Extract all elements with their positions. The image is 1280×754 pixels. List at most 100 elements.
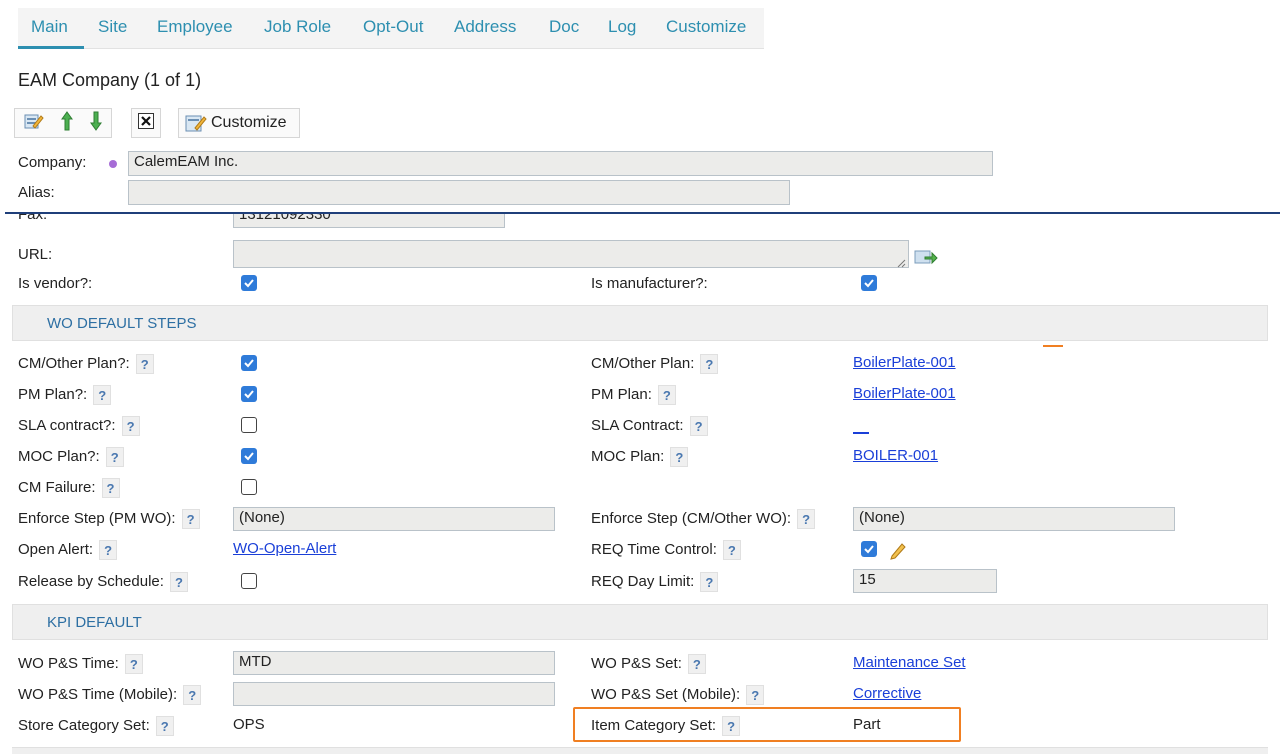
- help-icon[interactable]: ?: [155, 716, 174, 736]
- ps-set-label: WO P&S Set:?: [591, 654, 706, 674]
- arrow-up-icon[interactable]: [61, 111, 73, 135]
- manufacturer-checkbox[interactable]: [861, 275, 877, 291]
- tab-job-role[interactable]: Job Role: [264, 17, 331, 37]
- ps-set-mobile-link[interactable]: Corrective: [853, 685, 921, 702]
- enforce-cm-label: Enforce Step (CM/Other WO):?: [591, 509, 816, 529]
- cm-plan-q-label: CM/Other Plan?:?: [18, 354, 154, 374]
- tab-customize[interactable]: Customize: [666, 17, 746, 37]
- ps-time-mobile-label: WO P&S Time (Mobile):?: [18, 685, 202, 705]
- help-icon[interactable]: ?: [722, 716, 741, 736]
- enforce-cm-field[interactable]: (None): [853, 507, 1175, 531]
- ps-time-label: WO P&S Time:?: [18, 654, 143, 674]
- req-time-checkbox[interactable]: [861, 541, 877, 557]
- open-alert-link[interactable]: WO-Open-Alert: [233, 540, 336, 557]
- tab-doc[interactable]: Doc: [549, 17, 579, 37]
- url-field[interactable]: [233, 240, 909, 268]
- help-icon[interactable]: ?: [183, 685, 202, 705]
- pm-plan-q-checkbox[interactable]: [241, 386, 257, 402]
- customize-button[interactable]: Customize: [178, 108, 300, 138]
- sla-q-label: SLA contract?:?: [18, 416, 140, 436]
- help-icon[interactable]: ?: [657, 385, 676, 405]
- item-cat-label: Item Category Set:?: [591, 716, 741, 736]
- help-icon[interactable]: ?: [121, 416, 140, 436]
- ps-time-field[interactable]: MTD: [233, 651, 555, 675]
- moc-plan-link[interactable]: BOILER-001: [853, 447, 938, 464]
- required-dot-icon: [109, 160, 117, 168]
- help-icon[interactable]: ?: [169, 572, 188, 592]
- arrow-down-icon[interactable]: [90, 111, 103, 135]
- store-cat-label: Store Category Set:?: [18, 716, 174, 736]
- company-label: Company:: [18, 154, 87, 171]
- highlight-marker: [1043, 345, 1063, 347]
- moc-q-label: MOC Plan?:?: [18, 447, 124, 467]
- fax-label: Fax:: [18, 214, 48, 223]
- help-icon[interactable]: ?: [700, 572, 719, 592]
- help-icon[interactable]: ?: [689, 416, 708, 436]
- sla-label: SLA Contract:?: [591, 416, 708, 436]
- release-label: Release by Schedule:?: [18, 572, 188, 592]
- help-icon[interactable]: ?: [124, 654, 143, 674]
- open-alert-label: Open Alert:?: [18, 540, 118, 560]
- customize-icon: [185, 113, 207, 133]
- tab-employee[interactable]: Employee: [157, 17, 233, 37]
- help-icon[interactable]: ?: [700, 354, 719, 374]
- help-icon[interactable]: ?: [105, 447, 124, 467]
- pm-plan-link[interactable]: BoilerPlate-001: [853, 385, 956, 402]
- sla-contract-link[interactable]: [853, 432, 869, 434]
- sla-q-checkbox[interactable]: [241, 417, 257, 433]
- tab-address[interactable]: Address: [454, 17, 516, 37]
- moc-label: MOC Plan:?: [591, 447, 689, 467]
- tab-main[interactable]: Main: [31, 17, 68, 37]
- cm-plan-q-checkbox[interactable]: [241, 355, 257, 371]
- fax-row: Fax: 13121092330: [0, 214, 1280, 240]
- close-icon: [138, 113, 154, 133]
- help-icon[interactable]: ?: [135, 354, 154, 374]
- help-icon[interactable]: ?: [181, 509, 200, 529]
- customize-button-label: Customize: [211, 114, 287, 131]
- vendor-checkbox[interactable]: [241, 275, 257, 291]
- enforce-pm-field[interactable]: (None): [233, 507, 555, 531]
- ps-set-mobile-label: WO P&S Set (Mobile):?: [591, 685, 765, 705]
- release-checkbox[interactable]: [241, 573, 257, 589]
- help-icon[interactable]: ?: [93, 385, 112, 405]
- store-cat-value: OPS: [233, 716, 265, 733]
- pm-plan-q-label: PM Plan?:?: [18, 385, 112, 405]
- cm-plan-label: CM/Other Plan:?: [591, 354, 719, 374]
- help-icon[interactable]: ?: [687, 654, 706, 674]
- pm-plan-label: PM Plan:?: [591, 385, 676, 405]
- ps-time-mobile-field[interactable]: [233, 682, 555, 706]
- help-icon[interactable]: ?: [797, 509, 816, 529]
- fax-field[interactable]: 13121092330: [233, 214, 505, 228]
- section-title: WO DEFAULT STEPS: [47, 315, 197, 332]
- help-icon[interactable]: ?: [670, 447, 689, 467]
- open-url-icon[interactable]: [914, 248, 938, 270]
- ps-set-link[interactable]: Maintenance Set: [853, 654, 966, 671]
- cm-plan-link[interactable]: BoilerPlate-001: [853, 354, 956, 371]
- help-icon[interactable]: ?: [746, 685, 765, 705]
- tab-site[interactable]: Site: [98, 17, 127, 37]
- active-tab-indicator: [18, 46, 84, 49]
- company-field[interactable]: CalemEAM Inc.: [128, 151, 993, 176]
- cm-failure-checkbox[interactable]: [241, 479, 257, 495]
- tab-opt-out[interactable]: Opt-Out: [363, 17, 423, 37]
- alias-field[interactable]: [128, 180, 790, 205]
- pencil-icon[interactable]: [888, 540, 908, 564]
- req-day-label: REQ Day Limit:?: [591, 572, 719, 592]
- req-day-field[interactable]: 15: [853, 569, 997, 593]
- tab-log[interactable]: Log: [608, 17, 636, 37]
- moc-q-checkbox[interactable]: [241, 448, 257, 464]
- url-label: URL:: [18, 246, 53, 263]
- help-icon[interactable]: ?: [99, 540, 118, 560]
- req-time-label: REQ Time Control:?: [591, 540, 741, 560]
- help-icon[interactable]: ?: [101, 478, 120, 498]
- page-title: EAM Company (1 of 1): [18, 70, 202, 90]
- enforce-pm-label: Enforce Step (PM WO):?: [18, 509, 200, 529]
- resize-handle-icon[interactable]: [896, 255, 906, 272]
- help-icon[interactable]: ?: [722, 540, 741, 560]
- wo-default-steps-header: WO DEFAULT STEPS: [12, 305, 1268, 341]
- tab-bar: Main Site Employee Job Role Opt-Out Addr…: [18, 8, 764, 49]
- delete-button[interactable]: [131, 108, 161, 138]
- edit-icon[interactable]: [24, 112, 44, 134]
- cm-failure-label: CM Failure:?: [18, 478, 120, 498]
- section-title: KPI DEFAULT: [47, 614, 142, 631]
